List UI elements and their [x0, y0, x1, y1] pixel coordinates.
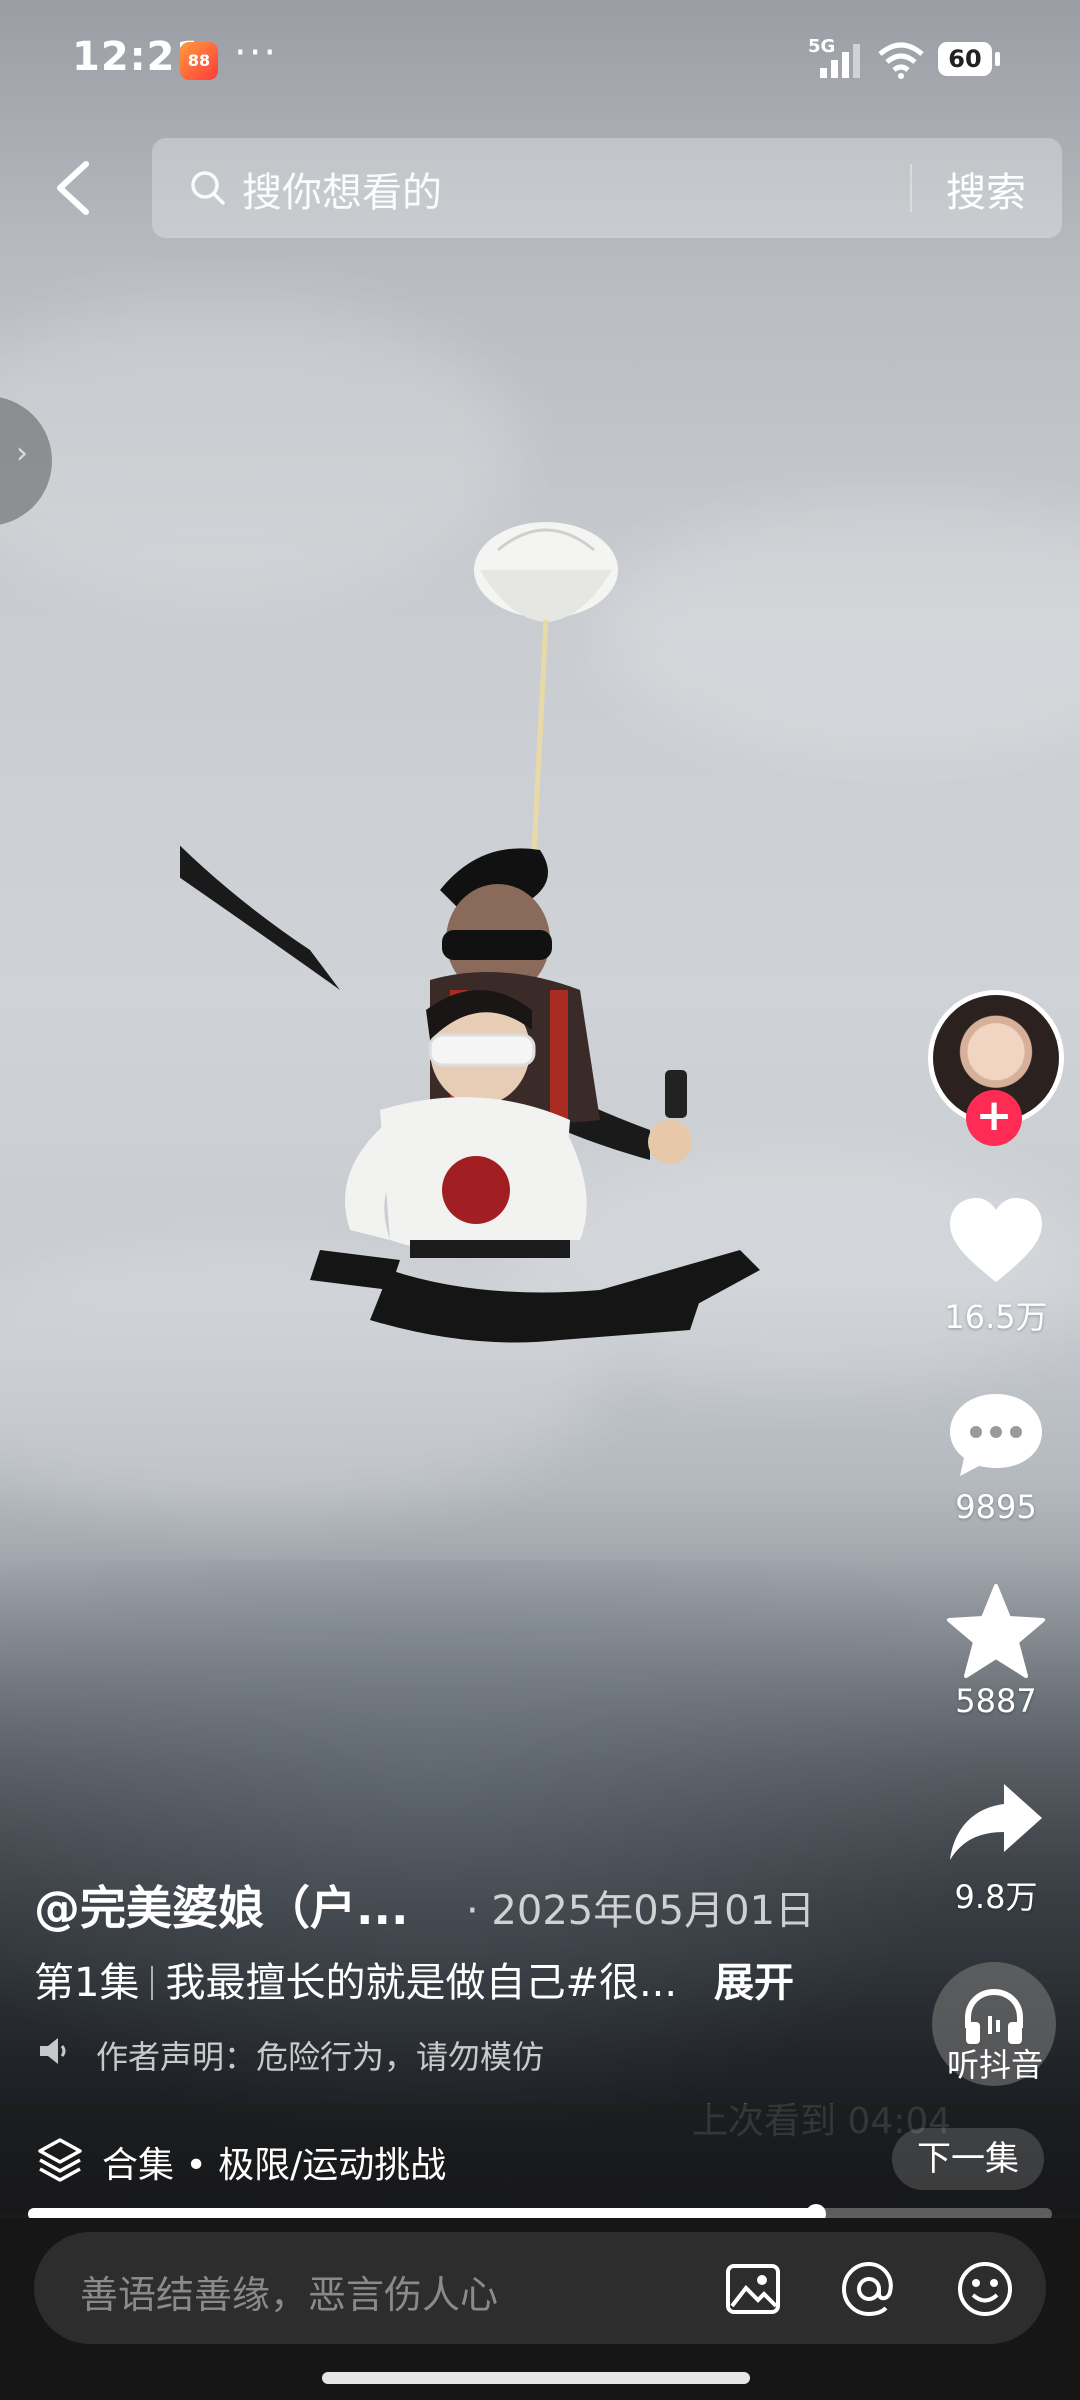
next-episode-button[interactable]: 下一集 [892, 2128, 1044, 2190]
collection-label[interactable]: 合集 • 极限/运动挑战 [102, 2136, 446, 2188]
status-bar: 12:21 88 ··· 5G 60 [0, 0, 1080, 120]
comment-icon[interactable] [946, 1390, 1046, 1480]
post-date: · 2025年05月01日 [466, 1888, 816, 1934]
share-count: 9.8万 [954, 1878, 1038, 1916]
search-button[interactable]: 搜索 [946, 160, 1026, 218]
emoji-icon[interactable] [956, 2260, 1014, 2318]
search-divider [910, 164, 912, 212]
mention-at-icon[interactable] [840, 2260, 898, 2318]
skydivers-image [180, 522, 760, 1343]
episode-label: 第1集 [34, 1960, 140, 2006]
wifi-icon [878, 42, 924, 79]
author-name[interactable]: @完美婆娘（户... [34, 1872, 408, 1938]
expand-button[interactable]: 展开 [714, 1950, 794, 2008]
description-text: 我最擅长的就是做自己#很... [165, 1960, 678, 2006]
more-notifications-icon: ··· [234, 30, 279, 76]
image-icon[interactable] [724, 2260, 782, 2318]
app-notification-icon: 88 [180, 42, 218, 80]
home-indicator[interactable] [322, 2372, 750, 2384]
like-heart-icon[interactable] [946, 1196, 1046, 1286]
collection-bar[interactable]: 合集 • 极限/运动挑战 下一集 [0, 2104, 1080, 2218]
cellular-signal-icon [820, 44, 860, 78]
comment-area: 善语结善缘，恶言伤人心 [0, 2218, 1080, 2400]
comment-placeholder[interactable]: 善语结善缘，恶言伤人心 [80, 2264, 498, 2319]
author-disclaimer: 作者声明：危险行为，请勿模仿 [96, 2038, 545, 2076]
search-placeholder[interactable]: 搜你想看的 [242, 160, 442, 218]
like-count: 16.5万 [944, 1298, 1048, 1336]
layers-icon [38, 2138, 82, 2182]
search-bar[interactable]: 搜你想看的 搜索 [152, 138, 1062, 238]
favorite-star-icon[interactable] [946, 1584, 1046, 1678]
share-icon[interactable] [946, 1780, 1046, 1864]
battery-indicator: 60 [938, 42, 1000, 76]
video-description: 第1集 我最擅长的就是做自己#很... [34, 1950, 677, 2008]
favorite-count: 5887 [955, 1682, 1037, 1720]
headphones-icon [965, 1988, 1023, 2044]
speaker-warning-icon [40, 2038, 66, 2064]
back-icon[interactable] [48, 158, 100, 218]
chevron-right-icon: › [16, 436, 28, 471]
search-icon [191, 171, 225, 205]
comment-input[interactable]: 善语结善缘，恶言伤人心 [34, 2232, 1046, 2344]
comment-count: 9895 [955, 1488, 1037, 1526]
separator [151, 1966, 154, 2000]
listen-label[interactable]: 听抖音 [920, 2040, 1070, 2086]
follow-plus-icon[interactable]: + [966, 1090, 1022, 1146]
